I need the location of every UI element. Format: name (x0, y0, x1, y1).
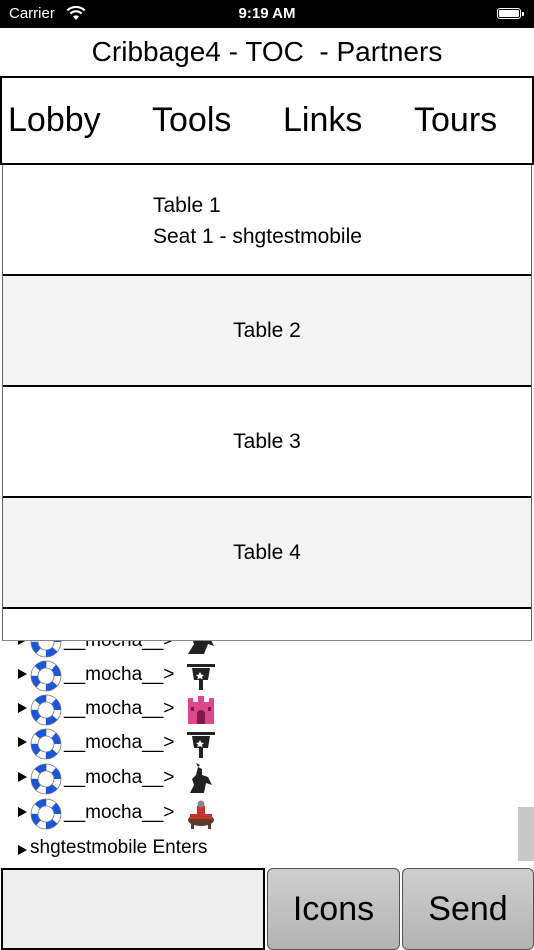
table-1-seat: Seat 1 - shgtestmobile (153, 225, 362, 248)
chat-compose-bar: Icons Send (0, 866, 534, 950)
table-1-label: Table 1 (153, 194, 221, 217)
table-row-3[interactable]: Table 3 (3, 387, 531, 498)
lifebuoy-icon (30, 660, 62, 692)
knight-icon (188, 641, 214, 654)
chat-message-text: __mocha__> (64, 698, 175, 719)
chat-message-text: __mocha__> (64, 802, 175, 823)
table-row-5[interactable] (3, 609, 531, 640)
table-list[interactable]: Table 1 Seat 1 - shgtestmobile Table 2 T… (2, 165, 532, 641)
chat-log[interactable]: __mocha__> __mocha__> __mocha__> __mocha… (2, 641, 534, 866)
chat-scrollbar[interactable] (518, 807, 534, 861)
expand-arrow-icon (18, 845, 27, 855)
table-row-4[interactable]: Table 4 (3, 498, 531, 609)
table-row-1[interactable]: Table 1 Seat 1 - shgtestmobile (3, 165, 531, 276)
expand-arrow-icon (18, 669, 27, 679)
expand-arrow-icon (18, 772, 27, 782)
trumpet-icon (187, 732, 215, 758)
chat-message-text: __mocha__> (64, 767, 175, 788)
expand-arrow-icon (18, 737, 27, 747)
table-4-label: Table 4 (233, 541, 301, 564)
lifebuoy-icon (30, 798, 62, 830)
nav-links[interactable]: Links (283, 78, 362, 163)
nav-lobby[interactable]: Lobby (8, 78, 101, 163)
table-row-2[interactable]: Table 2 (3, 276, 531, 387)
expand-arrow-icon (18, 703, 27, 713)
lifebuoy-icon (30, 763, 62, 795)
trumpet-icon (187, 664, 215, 690)
status-bar: Carrier 9:19 AM (0, 0, 534, 28)
chat-input[interactable] (1, 868, 265, 950)
icons-button[interactable]: Icons (267, 868, 400, 950)
expand-arrow-icon (18, 807, 27, 817)
clock: 9:19 AM (238, 5, 296, 22)
castle-icon (188, 696, 214, 724)
chat-message-text: __mocha__> (64, 641, 174, 652)
chat-enter-text: shgtestmobile Enters (30, 837, 208, 858)
lifebuoy-icon (30, 694, 62, 726)
page-title: Cribbage4 - TOC - Partners (91, 36, 443, 67)
nav-tools[interactable]: Tools (152, 78, 231, 163)
send-button[interactable]: Send (402, 868, 534, 950)
nav-tours[interactable]: Tours (414, 78, 497, 163)
lifebuoy-icon (30, 728, 62, 760)
table-2-label: Table 2 (233, 319, 301, 342)
knight-rider-icon (188, 800, 214, 829)
chat-message-text: __mocha__> (64, 732, 175, 753)
table-3-label: Table 3 (233, 430, 301, 453)
lifebuoy-icon (30, 641, 62, 658)
battery-icon (497, 8, 524, 19)
knight-icon (190, 763, 212, 793)
expand-arrow-icon (18, 641, 27, 645)
chat-message-text: __mocha__> (64, 664, 175, 685)
top-nav: Lobby Tools Links Tours (0, 76, 534, 165)
